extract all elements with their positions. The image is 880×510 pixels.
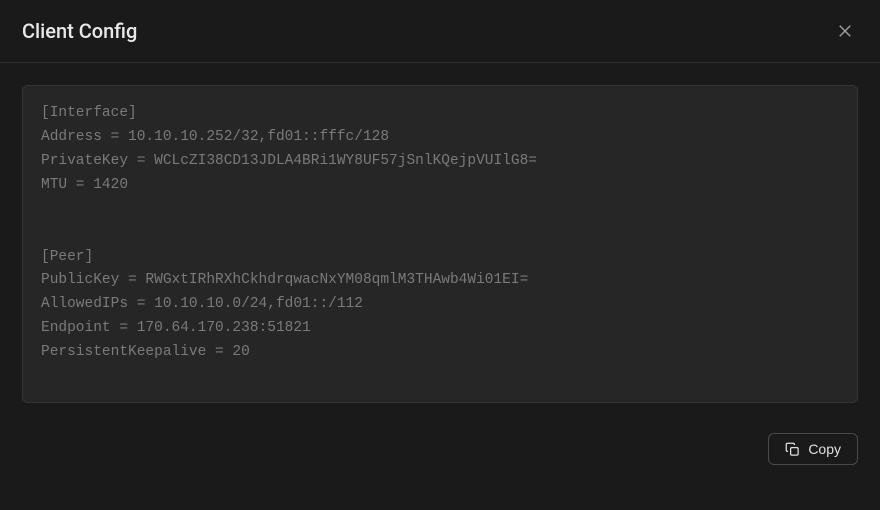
copy-icon bbox=[785, 442, 800, 457]
config-text: [Interface] Address = 10.10.10.252/32,fd… bbox=[22, 85, 858, 403]
modal-footer: Copy bbox=[0, 425, 880, 473]
close-icon bbox=[836, 22, 854, 40]
copy-button-label: Copy bbox=[808, 441, 841, 457]
modal-body: [Interface] Address = 10.10.10.252/32,fd… bbox=[0, 63, 880, 425]
modal-header: Client Config bbox=[0, 0, 880, 63]
close-button[interactable] bbox=[832, 18, 858, 44]
copy-button[interactable]: Copy bbox=[768, 433, 858, 465]
modal-title: Client Config bbox=[22, 19, 137, 43]
